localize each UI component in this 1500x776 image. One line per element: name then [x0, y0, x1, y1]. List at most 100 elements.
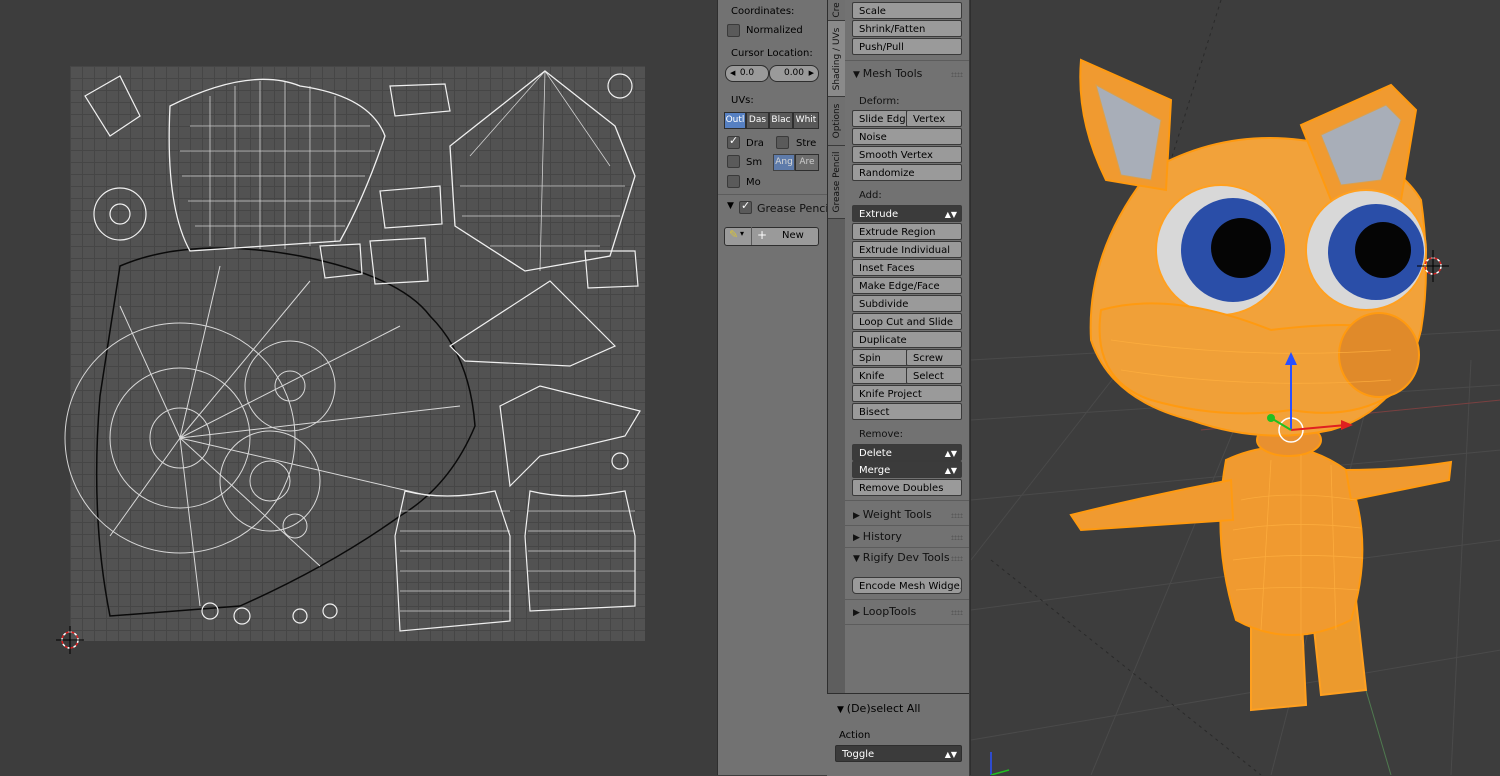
grease-pencil-checkbox[interactable]: [739, 199, 752, 214]
deform-label: Deform:: [859, 96, 900, 107]
noise-button[interactable]: Noise: [852, 128, 962, 145]
tab-create-label: Cre: [831, 2, 842, 18]
divider: [845, 624, 969, 625]
drag-grip-icon[interactable]: [951, 535, 963, 540]
3d-scene[interactable]: [971, 0, 1500, 775]
subdivide-button[interactable]: Subdivide: [852, 295, 962, 312]
uv-island-wedge: [449, 280, 617, 367]
uv-islands[interactable]: [64, 66, 645, 641]
grease-pencil-panel-title[interactable]: Grease Pencil: [757, 202, 831, 215]
smooth-checkbox[interactable]: [727, 155, 740, 168]
divider: [845, 599, 969, 600]
looptools-header[interactable]: ▶ LoopTools: [853, 605, 916, 618]
screw-button[interactable]: Screw: [906, 349, 962, 366]
tab-grease-pencil-label: Grease Pencil: [831, 151, 842, 213]
new-grease-pencil-button[interactable]: ✎ ▾ + New: [724, 227, 819, 246]
randomize-button[interactable]: Randomize: [852, 164, 962, 181]
collapsed-triangle-icon: ▶: [853, 511, 863, 521]
action-dropdown[interactable]: Toggle ▲▼: [835, 745, 962, 762]
stretch-area-button[interactable]: Are: [795, 154, 819, 171]
expand-triangle-icon: ▼: [837, 705, 847, 715]
tab-options-label: Options: [831, 103, 842, 139]
decrement-arrow-icon[interactable]: ◀: [730, 66, 735, 81]
updown-arrow-icon: ▲▼: [944, 750, 957, 759]
last-operator-header[interactable]: ▼ (De)select All: [837, 702, 920, 715]
uv-mode-outline[interactable]: Outl: [724, 112, 746, 129]
history-header[interactable]: ▶ History: [853, 530, 902, 543]
drag-grip-icon[interactable]: [951, 513, 963, 518]
modified-label: Mo: [746, 177, 761, 188]
add-label: Add:: [859, 190, 882, 201]
knife-select-button[interactable]: Select: [906, 367, 962, 384]
uv-island-torso: [168, 78, 386, 252]
tab-shading-uvs[interactable]: Shading / UVs: [828, 21, 845, 97]
extrude-region-button[interactable]: Extrude Region: [852, 223, 962, 240]
expand-triangle-icon[interactable]: ▼: [727, 201, 734, 211]
uv-editor[interactable]: [0, 0, 717, 775]
shrink-fatten-button[interactable]: Shrink/Fatten: [852, 20, 962, 37]
scale-button[interactable]: Scale: [852, 2, 962, 19]
stretch-angle-button[interactable]: Ang: [773, 154, 795, 171]
weight-tools-title: Weight Tools: [862, 508, 932, 521]
tab-options[interactable]: Options: [828, 97, 845, 146]
slide-vertex-button[interactable]: Vertex: [906, 110, 962, 127]
uvs-label: UVs:: [731, 95, 754, 106]
uv-mode-dash[interactable]: Das: [746, 112, 769, 129]
knife-button[interactable]: Knife: [852, 367, 908, 384]
spin-button[interactable]: Spin: [852, 349, 908, 366]
drag-grip-icon[interactable]: [951, 556, 963, 561]
tab-shading-uvs-label: Shading / UVs: [831, 27, 842, 90]
normalized-label: Normalized: [746, 25, 803, 36]
uv-mode-black[interactable]: Blac: [769, 112, 793, 129]
uv-mode-white[interactable]: Whit: [793, 112, 819, 129]
mesh-tools-header[interactable]: ▼ Mesh Tools: [853, 67, 922, 80]
divider: [845, 547, 969, 548]
remove-doubles-button[interactable]: Remove Doubles: [852, 479, 962, 496]
camera-line: [990, 559, 1262, 775]
drag-grip-icon[interactable]: [951, 72, 963, 77]
increment-arrow-icon[interactable]: ▶: [809, 66, 814, 81]
drag-grip-icon[interactable]: [951, 610, 963, 615]
smooth-vertex-button[interactable]: Smooth Vertex: [852, 146, 962, 163]
push-pull-button[interactable]: Push/Pull: [852, 38, 962, 55]
divider: [718, 194, 828, 195]
knife-project-button[interactable]: Knife Project: [852, 385, 962, 402]
merge-dropdown[interactable]: Merge ▲▼: [852, 461, 962, 478]
updown-arrow-icon: ▲▼: [944, 466, 957, 475]
bisect-button[interactable]: Bisect: [852, 403, 962, 420]
dropdown-arrow-icon: ▾: [740, 229, 745, 238]
smooth-label: Sm: [746, 157, 763, 168]
modified-checkbox[interactable]: [727, 175, 740, 188]
tab-grease-pencil[interactable]: Grease Pencil: [828, 146, 845, 219]
cursor-x-field[interactable]: ◀ 0.0: [725, 65, 769, 82]
stretch-checkbox[interactable]: [776, 136, 789, 149]
encode-mesh-widget-button[interactable]: Encode Mesh Widge...: [852, 577, 962, 594]
collapsed-triangle-icon: ▶: [853, 608, 863, 618]
cursor-y-field[interactable]: 0.00 ▶: [769, 65, 819, 82]
loop-cut-button[interactable]: Loop Cut and Slide: [852, 313, 962, 330]
extrude-label: Extrude: [859, 209, 899, 220]
history-title: History: [862, 530, 902, 543]
3d-viewport[interactable]: [970, 0, 1500, 775]
coordinates-label: Coordinates:: [731, 6, 795, 17]
uv-island-head: [95, 247, 476, 617]
inset-faces-button[interactable]: Inset Faces: [852, 259, 962, 276]
stretch-label: Stre: [796, 138, 817, 149]
make-edge-face-button[interactable]: Make Edge/Face: [852, 277, 962, 294]
extrude-dropdown[interactable]: Extrude ▲▼: [852, 205, 962, 222]
duplicate-button[interactable]: Duplicate: [852, 331, 962, 348]
pencil-icon: ✎: [729, 228, 739, 241]
tab-create[interactable]: Cre: [828, 0, 845, 21]
draw-faces-checkbox[interactable]: [727, 134, 740, 149]
last-operator-title: (De)select All: [846, 702, 921, 715]
delete-dropdown[interactable]: Delete ▲▼: [852, 444, 962, 461]
rigify-dev-tools-header[interactable]: ▼ Rigify Dev Tools: [853, 551, 950, 564]
normalized-checkbox[interactable]: [727, 24, 740, 37]
extrude-individual-button[interactable]: Extrude Individual: [852, 241, 962, 258]
uv-tool-shelf: Coordinates: Normalized Cursor Location:…: [717, 0, 831, 775]
mesh-tools-title: Mesh Tools: [862, 67, 923, 80]
rigify-dev-tools-title: Rigify Dev Tools: [862, 551, 950, 564]
slide-edge-button[interactable]: Slide Edg: [852, 110, 908, 127]
weight-tools-header[interactable]: ▶ Weight Tools: [853, 508, 932, 521]
uv-island-leg-left: [394, 490, 511, 632]
